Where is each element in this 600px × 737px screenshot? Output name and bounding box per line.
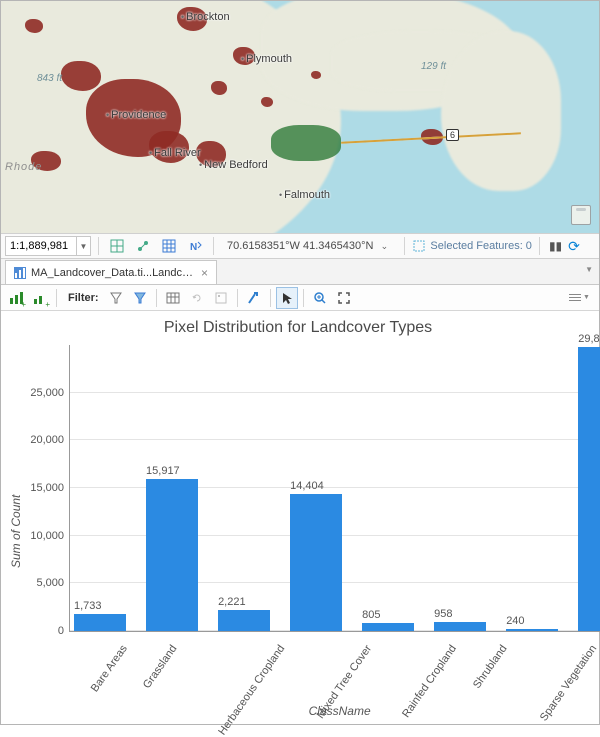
chart-title: Pixel Distribution for Landcover Types <box>7 319 589 337</box>
place-brockton: Brockton <box>181 11 230 23</box>
bar-value-label: 958 <box>434 608 452 620</box>
selected-features[interactable]: Selected Features: 0 <box>412 239 532 253</box>
selected-features-label: Selected Features: 0 <box>430 240 532 252</box>
snap-inference-tool[interactable] <box>132 235 154 257</box>
state-label-rhode: Rhode <box>5 161 42 173</box>
filter-label: Filter: <box>62 292 103 304</box>
bar-value-label: 240 <box>506 615 524 627</box>
y-tick: 10,000 <box>30 530 70 542</box>
highway-shield: 6 <box>446 129 459 141</box>
place-providence: Providence <box>106 109 166 121</box>
selection-icon <box>412 239 426 253</box>
scale-field[interactable] <box>6 240 76 252</box>
bar[interactable] <box>290 494 342 631</box>
tabs-menu-icon[interactable]: ▼ <box>585 265 593 274</box>
bar[interactable] <box>146 479 198 631</box>
pause-drawing-button[interactable]: ▮▮ <box>547 239 564 253</box>
bar-value-label: 2,221 <box>218 596 246 608</box>
place-fall-river: Fall River <box>149 147 201 159</box>
new-chart-button[interactable] <box>5 287 27 309</box>
map-statusbar: ▼ N 70.6158351°W 41.3465430°N ⌄ Selected… <box>1 233 599 259</box>
y-tick: 0 <box>58 625 70 637</box>
tab-close-icon[interactable]: × <box>201 266 208 280</box>
tab-chart[interactable]: MA_Landcover_Data.ti...Landcover Types × <box>5 260 217 284</box>
x-tick-label: Shrubland <box>471 643 510 691</box>
y-tick: 15,000 <box>30 482 70 494</box>
elevation-right: 129 ft <box>421 61 446 72</box>
filter-extent-button[interactable] <box>105 287 127 309</box>
chart-area[interactable]: Pixel Distribution for Landcover Types S… <box>1 311 599 724</box>
bar[interactable] <box>506 629 558 631</box>
bar-value-label: 14,404 <box>290 480 324 492</box>
y-tick: 5,000 <box>36 577 70 589</box>
y-axis-title: Sum of Count <box>7 345 25 718</box>
x-axis-ticks: Bare AreasGrasslandHerbaceous CroplandMi… <box>69 632 600 650</box>
dynamic-constraints-tool[interactable]: N <box>184 235 206 257</box>
table-button[interactable] <box>162 287 184 309</box>
view-tabs: MA_Landcover_Data.ti...Landcover Types ×… <box>1 259 599 285</box>
y-tick: 25,000 <box>30 387 70 399</box>
bar[interactable] <box>362 623 414 631</box>
svg-text:N: N <box>190 242 197 253</box>
bar[interactable] <box>578 347 600 631</box>
full-extent-button[interactable] <box>333 287 355 309</box>
bar-value-label: 29,823 <box>578 333 600 345</box>
x-tick-label: Bare Areas <box>89 643 130 694</box>
y-tick: 20,000 <box>30 434 70 446</box>
chart-plot[interactable]: 05,00010,00015,00020,00025,0001,73315,91… <box>69 345 600 632</box>
x-tick-label: Herbaceous Cropland <box>216 643 287 737</box>
clipboard-icon[interactable] <box>571 205 591 225</box>
chart-tab-icon <box>14 267 26 279</box>
bar[interactable] <box>434 622 486 631</box>
zoom-tool-button[interactable] <box>309 287 331 309</box>
chart-menu-button[interactable]: ▼ <box>569 294 595 301</box>
map-view[interactable]: 6 Brockton Plymouth Providence Fall Rive… <box>1 1 599 233</box>
scale-input[interactable]: ▼ <box>5 236 91 256</box>
coordinates-display[interactable]: 70.6158351°W 41.3465430°N ⌄ <box>221 237 397 255</box>
bar[interactable] <box>218 610 270 631</box>
snap-grid-tool[interactable] <box>106 235 128 257</box>
tab-chart-label: MA_Landcover_Data.ti...Landcover Types <box>31 267 196 279</box>
bar-value-label: 1,733 <box>74 600 102 612</box>
place-falmouth: Falmouth <box>279 189 330 201</box>
legend-button[interactable] <box>210 287 232 309</box>
coordinates-text: 70.6158351°W 41.3465430°N <box>227 240 373 252</box>
coord-dropdown-icon[interactable]: ⌄ <box>377 237 391 255</box>
place-plymouth: Plymouth <box>241 53 292 65</box>
selection-tool-button[interactable] <box>276 287 298 309</box>
bar-value-label: 15,917 <box>146 465 180 477</box>
elevation-left: 843 ft <box>37 73 62 84</box>
refresh-button[interactable]: ⟳ <box>568 238 580 255</box>
x-axis-title: ClassName <box>25 704 600 718</box>
grid-tool[interactable] <box>158 235 180 257</box>
bar-value-label: 805 <box>362 609 380 621</box>
filter-selection-button[interactable] <box>129 287 151 309</box>
hamburger-icon <box>569 294 581 301</box>
clear-selection-button[interactable] <box>243 287 265 309</box>
bar[interactable] <box>74 614 126 631</box>
place-new-bedford: New Bedford <box>199 159 268 171</box>
rotate-button[interactable] <box>186 287 208 309</box>
chart-toolbar: Filter: ▼ <box>1 285 599 311</box>
x-tick-label: Grassland <box>141 643 180 691</box>
add-chart-button[interactable] <box>29 287 51 309</box>
scale-dropdown-icon[interactable]: ▼ <box>76 237 90 255</box>
